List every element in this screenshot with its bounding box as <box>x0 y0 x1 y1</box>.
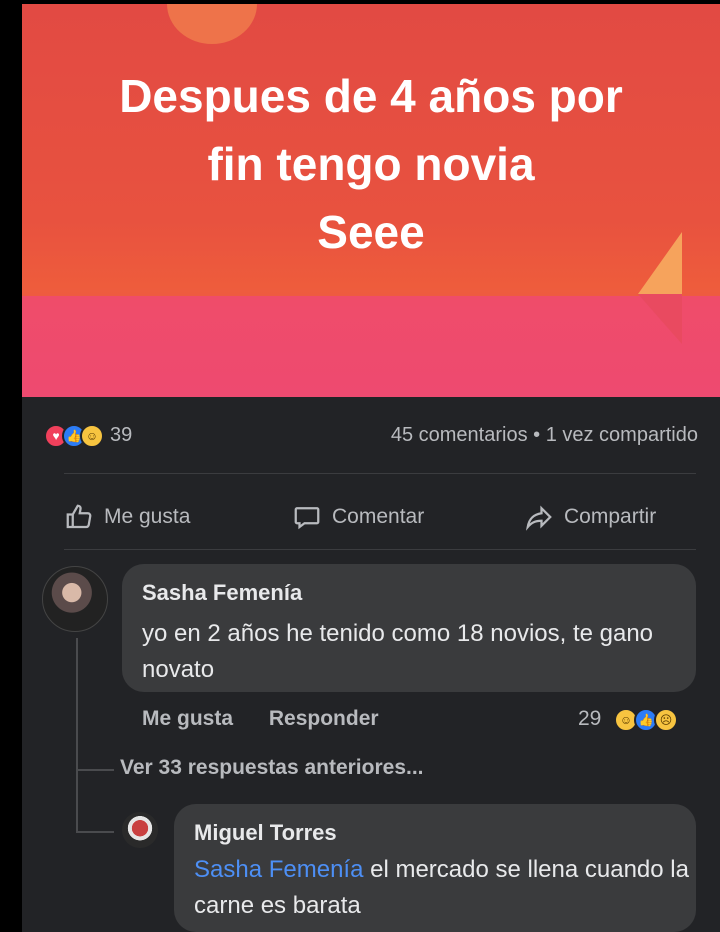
post-banner: Despues de 4 años por fin tengo novia Se… <box>22 4 720 397</box>
comment-actions: Me gusta Responder <box>142 707 409 731</box>
avatar[interactable] <box>122 812 158 848</box>
divider <box>64 473 696 474</box>
banner-decor-circle <box>167 4 257 44</box>
thumbs-up-icon <box>66 504 92 529</box>
post-text: Despues de 4 años por fin tengo novia Se… <box>22 62 720 266</box>
banner-decor-triangle-shadow <box>638 294 682 344</box>
like-button[interactable]: Me gusta <box>64 497 190 537</box>
reply-bubble: Miguel Torres Sasha Femenía el mercado s… <box>174 804 696 932</box>
comment-text: yo en 2 años he tenido como 18 novios, t… <box>142 620 654 683</box>
comment-bubble: Sasha Femenía yo en 2 años he tenido com… <box>122 564 696 692</box>
post-action-bar: Me gusta Comentar Compartir <box>22 497 720 537</box>
share-button[interactable]: Compartir <box>524 497 656 537</box>
comment-reply-button[interactable]: Responder <box>269 707 379 730</box>
view-previous-replies-link[interactable]: Ver 33 respuestas anteriores... <box>120 756 424 780</box>
comment-button[interactable]: Comentar <box>292 497 424 537</box>
thread-branch <box>78 831 114 833</box>
comments-shares-count[interactable]: 45 comentarios • 1 vez compartido <box>391 424 698 447</box>
like-label: Me gusta <box>104 505 191 528</box>
thread-line <box>76 638 78 833</box>
reaction-count[interactable]: 39 <box>110 424 132 447</box>
comment-reaction-count: 29 <box>578 707 602 730</box>
sad-icon: ☹ <box>654 708 678 732</box>
comment-label: Comentar <box>332 505 425 528</box>
divider <box>64 549 696 550</box>
comment-reactions[interactable]: 29 ☺ 👍 ☹ <box>578 707 678 732</box>
haha-icon: ☺ <box>80 424 104 448</box>
share-icon <box>525 505 552 531</box>
post-text-line: Despues de 4 años por <box>119 70 623 122</box>
comment-like-button[interactable]: Me gusta <box>142 707 233 730</box>
reply-author[interactable]: Miguel Torres <box>194 820 337 846</box>
share-label: Compartir <box>564 505 657 528</box>
comment-icon <box>294 507 320 530</box>
banner-decor-band <box>22 296 720 397</box>
post-text-line: fin tengo novia <box>207 138 535 190</box>
mention-link[interactable]: Sasha Femenía <box>194 856 363 883</box>
post-card: Despues de 4 años por fin tengo novia Se… <box>22 4 720 932</box>
avatar[interactable] <box>42 566 108 632</box>
post-stats: ♥ 👍 ☺ 39 45 comentarios • 1 vez comparti… <box>22 419 720 455</box>
thread-branch <box>78 769 114 771</box>
post-text-line: Seee <box>317 206 425 258</box>
comment-author[interactable]: Sasha Femenía <box>142 580 302 606</box>
reply-text: Sasha Femenía el mercado se llena cuando… <box>194 852 720 924</box>
